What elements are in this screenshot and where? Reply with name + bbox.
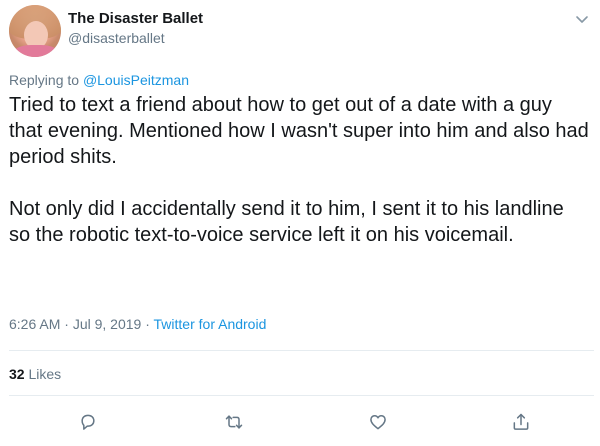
tweet-card: The Disaster Ballet @disasterballet Repl…: [0, 0, 600, 446]
meta-separator: ·: [141, 316, 154, 332]
replying-prefix: Replying to: [9, 72, 83, 88]
retweet-icon: [225, 415, 243, 429]
avatar[interactable]: [9, 5, 61, 57]
tweet-paragraph: Not only did I accidentally send it to h…: [9, 198, 564, 246]
tweet-paragraph: Tried to text a friend about how to get …: [9, 94, 589, 168]
tweet-time[interactable]: 6:26 AM: [9, 316, 60, 332]
meta-separator: ·: [60, 316, 73, 332]
avatar-shirt: [13, 45, 59, 57]
divider: [9, 395, 594, 396]
user-handle[interactable]: @disasterballet: [68, 30, 165, 46]
likes-count: 32: [9, 366, 25, 382]
tweet-text: Tried to text a friend about how to get …: [9, 92, 589, 248]
reply-icon: [81, 414, 95, 430]
share-icon: [513, 413, 529, 430]
heart-icon: [370, 415, 386, 430]
replying-to: Replying to @LouisPeitzman: [9, 72, 189, 88]
tweet-source[interactable]: Twitter for Android: [154, 316, 267, 332]
retweet-button[interactable]: [222, 410, 246, 434]
chevron-down-icon[interactable]: [575, 11, 589, 23]
likes-label: Likes: [24, 366, 62, 382]
tweet-date[interactable]: Jul 9, 2019: [73, 316, 142, 332]
like-button[interactable]: [366, 410, 390, 434]
tweet-meta: 6:26 AM · Jul 9, 2019 · Twitter for Andr…: [9, 316, 266, 332]
share-button[interactable]: [509, 410, 533, 434]
display-name[interactable]: The Disaster Ballet: [68, 10, 203, 27]
divider: [9, 350, 594, 351]
likes-stat[interactable]: 32 Likes: [9, 366, 61, 382]
replying-to-mention[interactable]: @LouisPeitzman: [83, 72, 189, 88]
reply-button[interactable]: [76, 410, 100, 434]
